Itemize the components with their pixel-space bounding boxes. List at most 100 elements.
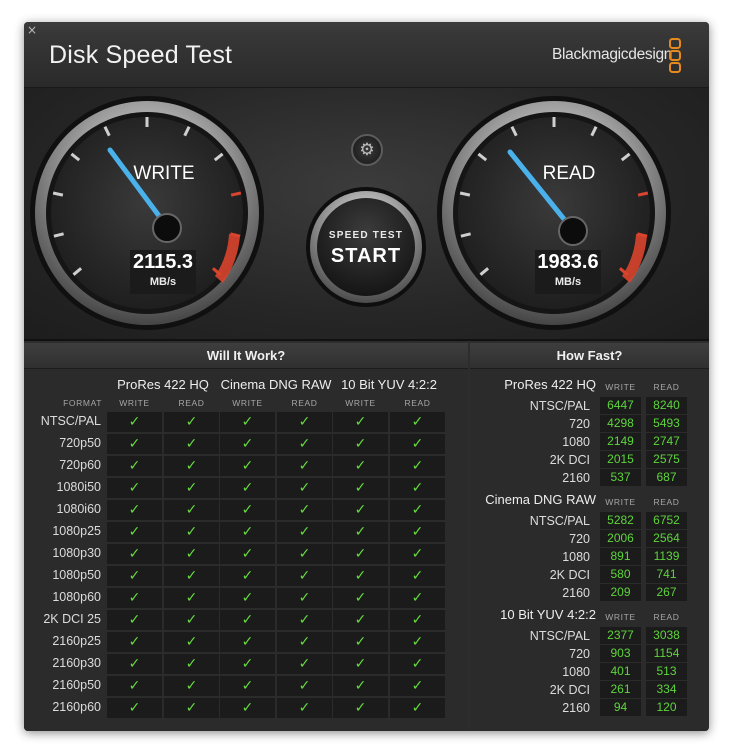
- table-row: 1080p30 ✓ ✓ ✓ ✓ ✓ ✓: [24, 543, 468, 565]
- check-icon: ✓: [390, 698, 445, 718]
- app-title: Disk Speed Test: [49, 41, 233, 69]
- speed-section-title: 10 Bit YUV 4:2:2: [500, 607, 596, 622]
- speed-row-label: NTSC/PAL: [529, 629, 590, 643]
- format-label: 1080p60: [52, 590, 101, 604]
- close-button[interactable]: ×: [26, 24, 38, 36]
- gauge-panel: WRITE READ 2115.3 MB/s 1983.6 MB/s ⚙ SPE…: [24, 88, 709, 341]
- write-column-header: WRITE: [605, 382, 636, 392]
- brand-name: Blackmagicdesign: [552, 46, 673, 63]
- speed-row-label: 720: [569, 417, 590, 431]
- write-speed-cell: 209: [600, 584, 641, 601]
- check-icon: ✓: [220, 588, 275, 608]
- check-icon: ✓: [333, 434, 388, 454]
- close-icon: ×: [26, 23, 38, 37]
- write-speed-cell: 261: [600, 681, 641, 698]
- start-button[interactable]: SPEED TEST START: [311, 192, 421, 302]
- read-speed-cell: 2564: [646, 530, 687, 547]
- speed-row-label: 1080: [562, 665, 590, 679]
- format-label: 1080p30: [52, 546, 101, 560]
- table-row: 1080p60 ✓ ✓ ✓ ✓ ✓ ✓: [24, 587, 468, 609]
- read-gauge: READ: [437, 96, 671, 330]
- check-icon: ✓: [277, 522, 332, 542]
- speed-row-label: 720: [569, 647, 590, 661]
- speed-row-label: 1080: [562, 550, 590, 564]
- check-icon: ✓: [220, 500, 275, 520]
- check-icon: ✓: [164, 500, 219, 520]
- check-icon: ✓: [277, 434, 332, 454]
- check-icon: ✓: [164, 434, 219, 454]
- how-fast-title: How Fast?: [470, 343, 709, 369]
- check-icon: ✓: [164, 654, 219, 674]
- gear-icon: ⚙: [359, 140, 375, 160]
- table-row: 1080i60 ✓ ✓ ✓ ✓ ✓ ✓: [24, 499, 468, 521]
- check-icon: ✓: [333, 478, 388, 498]
- speed-section-title: ProRes 422 HQ: [504, 377, 596, 392]
- check-icon: ✓: [277, 544, 332, 564]
- format-label: 2160p30: [52, 656, 101, 670]
- check-icon: ✓: [333, 588, 388, 608]
- gauge-tick: [230, 191, 242, 197]
- format-label: 1080i60: [56, 502, 102, 516]
- settings-button[interactable]: ⚙: [351, 134, 383, 166]
- check-icon: ✓: [220, 544, 275, 564]
- check-icon: ✓: [277, 478, 332, 498]
- check-icon: ✓: [220, 412, 275, 432]
- check-icon: ✓: [107, 566, 162, 586]
- check-icon: ✓: [333, 456, 388, 476]
- check-icon: ✓: [390, 412, 445, 432]
- format-label: 2K DCI 25: [43, 612, 101, 626]
- check-icon: ✓: [277, 588, 332, 608]
- check-icon: ✓: [333, 500, 388, 520]
- table-row: 2160p25 ✓ ✓ ✓ ✓ ✓ ✓: [24, 631, 468, 653]
- start-caption: SPEED TEST: [328, 230, 404, 241]
- read-column-header: READ: [653, 497, 680, 507]
- format-label: 1080i50: [56, 480, 102, 494]
- check-icon: ✓: [390, 434, 445, 454]
- check-icon: ✓: [220, 522, 275, 542]
- read-column-header: READ: [404, 398, 431, 408]
- check-icon: ✓: [277, 456, 332, 476]
- format-label: 1080p25: [52, 524, 101, 538]
- check-icon: ✓: [277, 412, 332, 432]
- check-icon: ✓: [390, 544, 445, 564]
- write-speed-cell: 94: [600, 699, 641, 716]
- read-speed-cell: 1139: [646, 548, 687, 565]
- read-speed-cell: 5493: [646, 415, 687, 432]
- read-speed-cell: 3038: [646, 627, 687, 644]
- write-column-header: WRITE: [605, 497, 636, 507]
- table-row: 720p60 ✓ ✓ ✓ ✓ ✓ ✓: [24, 455, 468, 477]
- table-row: 1080p25 ✓ ✓ ✓ ✓ ✓ ✓: [24, 521, 468, 543]
- speed-row-label: 2K DCI: [549, 453, 590, 467]
- table-row: 2160p60 ✓ ✓ ✓ ✓ ✓ ✓: [24, 697, 468, 719]
- format-group-header: ProRes 422 HQ: [117, 377, 209, 392]
- format-label: NTSC/PAL: [40, 414, 101, 428]
- write-speed-cell: 891: [600, 548, 641, 565]
- format-label: 2160p60: [52, 700, 101, 714]
- format-label: 2160p25: [52, 634, 101, 648]
- check-icon: ✓: [390, 654, 445, 674]
- check-icon: ✓: [164, 676, 219, 696]
- table-row: 1080i50 ✓ ✓ ✓ ✓ ✓ ✓: [24, 477, 468, 499]
- speed-row-label: NTSC/PAL: [529, 514, 590, 528]
- check-icon: ✓: [107, 676, 162, 696]
- check-icon: ✓: [164, 478, 219, 498]
- gauge-tick: [459, 191, 471, 197]
- check-icon: ✓: [107, 412, 162, 432]
- check-icon: ✓: [107, 610, 162, 630]
- write-speed-cell: 5282: [600, 512, 641, 529]
- read-column-header: READ: [653, 382, 680, 392]
- gauge-tick: [637, 191, 649, 197]
- check-icon: ✓: [107, 500, 162, 520]
- read-column-header: READ: [291, 398, 318, 408]
- check-icon: ✓: [164, 632, 219, 652]
- format-label: 1080p50: [52, 568, 101, 582]
- check-icon: ✓: [390, 500, 445, 520]
- check-icon: ✓: [277, 698, 332, 718]
- write-speed-cell: 903: [600, 645, 641, 662]
- how-fast-panel: How Fast? ProRes 422 HQ WRITE READ NTSC/PAL…: [470, 343, 709, 731]
- check-icon: ✓: [277, 610, 332, 630]
- check-icon: ✓: [220, 654, 275, 674]
- speed-row-label: NTSC/PAL: [529, 399, 590, 413]
- check-icon: ✓: [390, 610, 445, 630]
- write-speed-cell: 580: [600, 566, 641, 583]
